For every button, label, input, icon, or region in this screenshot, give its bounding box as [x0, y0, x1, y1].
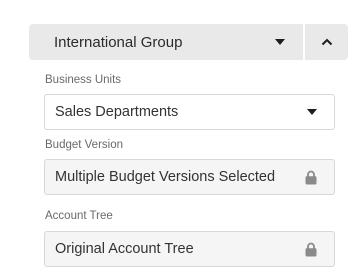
- group-select-value: International Group: [54, 33, 183, 51]
- business-units-value: Sales Departments: [55, 104, 179, 120]
- caret-down-icon: [275, 39, 285, 45]
- group-select[interactable]: International Group: [29, 24, 303, 60]
- budget-version-field: Multiple Budget Versions Selected: [44, 159, 335, 195]
- budget-version-label: Budget Version: [45, 139, 124, 151]
- lock-icon: [305, 170, 317, 185]
- account-tree-value: Original Account Tree: [55, 241, 194, 257]
- chevron-up-icon: [321, 38, 333, 46]
- filter-panel: International Group Business Units Sales…: [0, 0, 353, 277]
- caret-down-icon: [307, 109, 317, 115]
- account-tree-label: Account Tree: [45, 210, 113, 222]
- business-units-label: Business Units: [45, 74, 122, 86]
- account-tree-field: Original Account Tree: [44, 231, 335, 267]
- budget-version-value: Multiple Budget Versions Selected: [55, 169, 276, 185]
- business-units-select[interactable]: Sales Departments: [44, 94, 335, 130]
- collapse-button[interactable]: [305, 24, 348, 60]
- group-header: International Group: [29, 24, 348, 60]
- lock-icon: [305, 242, 317, 257]
